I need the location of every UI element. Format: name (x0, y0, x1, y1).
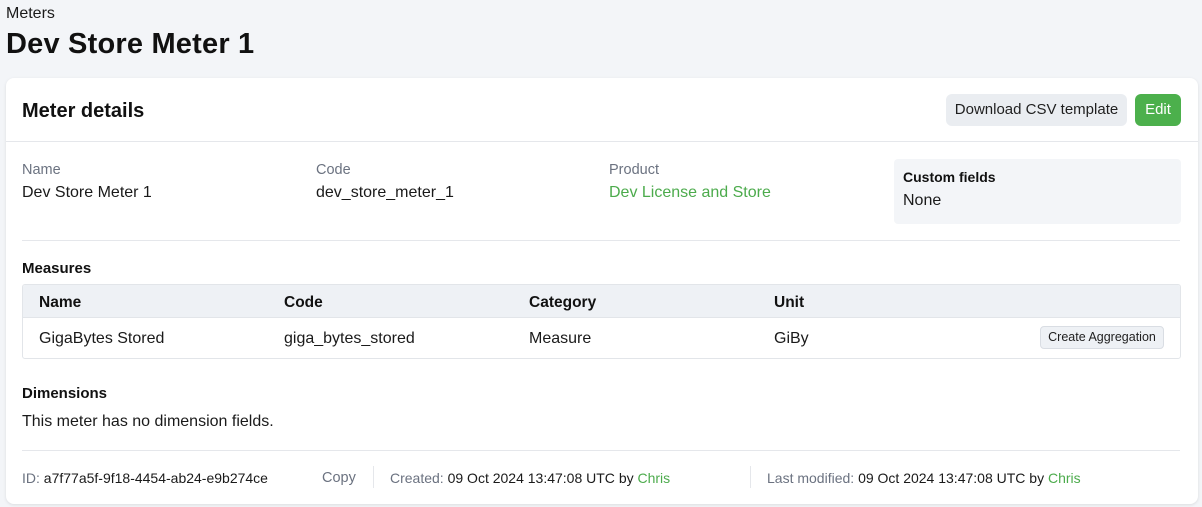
modified-label: Last modified: (767, 470, 855, 486)
create-aggregation-button[interactable]: Create Aggregation (1040, 326, 1164, 349)
dimensions-title: Dimensions (22, 385, 108, 402)
id-label: ID: (22, 470, 40, 486)
created-value: 09 Oct 2024 13:47:08 UTC (447, 470, 615, 486)
created-by-link[interactable]: Chris (638, 470, 671, 486)
measures-title: Measures (22, 260, 92, 277)
measure-unit-cell: GiBy (774, 330, 809, 347)
created-info: Created: 09 Oct 2024 13:47:08 UTC by Chr… (390, 470, 670, 486)
custom-fields-title: Custom fields (903, 169, 996, 185)
modified-value: 09 Oct 2024 13:47:08 UTC (858, 470, 1026, 486)
footer-separator (750, 466, 751, 488)
footer-divider (22, 450, 1180, 451)
measures-table: Name Code Category Unit GigaBytes Stored… (22, 284, 1181, 359)
meter-id: ID: a7f77a5f-9f18-4454-ab24-e9b274ce (22, 470, 268, 486)
measure-category-cell: Measure (529, 330, 592, 347)
name-label: Name (22, 162, 61, 178)
code-value: dev_store_meter_1 (316, 184, 454, 201)
created-by-word: by (618, 470, 634, 486)
name-value: Dev Store Meter 1 (22, 184, 152, 201)
meter-details-card: Meter details Download CSV template Edit… (6, 78, 1198, 504)
card-header: Meter details Download CSV template Edit (6, 78, 1198, 142)
product-link[interactable]: Dev License and Store (609, 184, 771, 202)
custom-fields-value: None (903, 192, 942, 209)
created-label: Created: (390, 470, 444, 486)
column-header-name: Name (39, 294, 82, 311)
column-header-unit: Unit (774, 294, 805, 311)
download-csv-template-button[interactable]: Download CSV template (946, 94, 1127, 126)
footer-separator (373, 466, 374, 488)
table-header: Name Code Category Unit (23, 285, 1180, 318)
dimensions-empty-text: This meter has no dimension fields. (22, 413, 274, 430)
id-value: a7f77a5f-9f18-4454-ab24-e9b274ce (43, 470, 268, 486)
edit-button[interactable]: Edit (1135, 94, 1181, 126)
column-header-category: Category (529, 294, 597, 311)
breadcrumb[interactable]: Meters (6, 5, 55, 23)
product-label: Product (609, 162, 659, 178)
modified-by-link[interactable]: Chris (1048, 470, 1081, 486)
card-title: Meter details (22, 100, 145, 122)
custom-fields-panel: Custom fields None (894, 159, 1181, 224)
code-label: Code (316, 162, 351, 178)
measure-name-cell: GigaBytes Stored (39, 330, 165, 347)
modified-by-word: by (1029, 470, 1045, 486)
page-title: Dev Store Meter 1 (6, 28, 255, 60)
modified-info: Last modified: 09 Oct 2024 13:47:08 UTC … (767, 470, 1081, 486)
column-header-code: Code (284, 294, 323, 311)
section-divider (22, 240, 1180, 241)
copy-id-button[interactable]: Copy (322, 470, 356, 486)
measure-code-cell: giga_bytes_stored (284, 330, 415, 347)
